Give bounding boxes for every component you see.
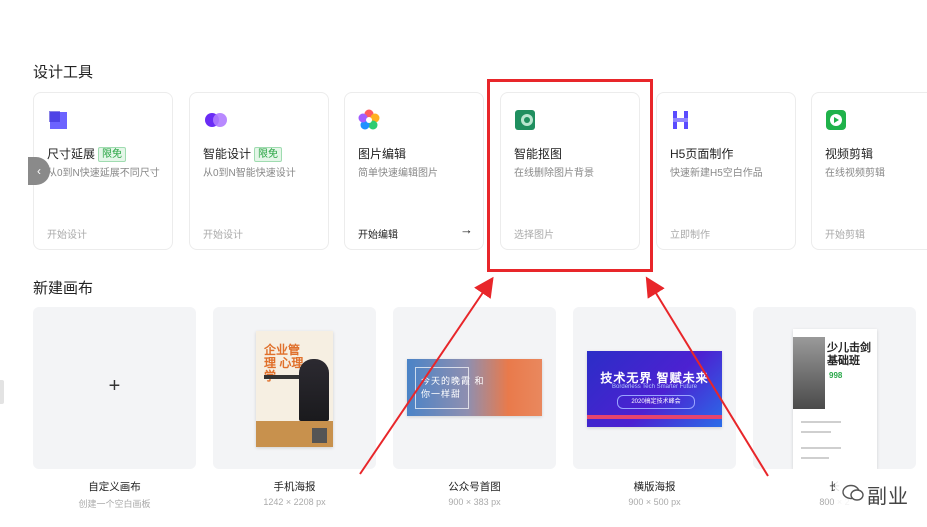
long-title: 少儿击剑 基础班 (827, 342, 871, 367)
text-line (801, 431, 831, 433)
tool-name: 视频剪辑 (825, 147, 874, 161)
tool-card-image-edit[interactable]: 图片编辑 简单快速编辑图片 开始编辑 → (344, 92, 484, 250)
tool-card-video-edit[interactable]: 视频剪辑 在线视频剪辑 开始剪辑 (811, 92, 927, 250)
tool-desc: 从0到N快速延展不同尺寸 (47, 168, 160, 179)
watermark-text: 副业 (867, 486, 909, 508)
tool-desc: 简单快速编辑图片 (358, 168, 438, 179)
banner-subtitle: Borderless Tech Smarter Future (612, 384, 697, 390)
h5-icon (673, 111, 688, 129)
canvas-size: 1242 × 2208 px (263, 497, 326, 507)
cutout-icon (515, 110, 535, 130)
tool-desc: 从0到N智能快速设计 (203, 168, 296, 179)
tool-action[interactable]: 选择图片 (514, 226, 554, 241)
tool-action[interactable]: 开始设计 (203, 226, 243, 241)
tool-desc: 在线删除图片背景 (514, 168, 594, 179)
tool-card-size-extend[interactable]: 尺寸延展 限免 从0到N快速延展不同尺寸 开始设计 (33, 92, 173, 250)
tool-name: 智能设计 限免 (203, 145, 283, 162)
long-price: 998 (829, 371, 843, 380)
tool-name: H5页面制作 (670, 147, 734, 161)
text-line (801, 421, 841, 423)
tool-card-smart-cutout[interactable]: 智能抠图 在线删除图片背景 选择图片 (500, 92, 640, 250)
canvas-name: 公众号首图 (448, 481, 501, 493)
long-image-thumbnail: 少儿击剑 基础班 998 (793, 329, 877, 469)
canvas-size: 900 × 383 px (448, 497, 501, 507)
canvas-size: 900 × 500 px (628, 497, 681, 507)
text-line (801, 457, 829, 459)
canvas-card-long-image[interactable]: 少儿击剑 基础班 998 (753, 307, 916, 469)
qr-code-icon (312, 428, 327, 443)
tool-action[interactable]: 立即制作 (670, 226, 710, 241)
canvas-name: 横版海报 (633, 481, 676, 493)
side-handle[interactable] (0, 380, 4, 404)
tool-name: 智能抠图 (514, 147, 563, 161)
arrow-right-icon[interactable]: → (460, 222, 473, 237)
canvas-size: 创建一个空白画板 (78, 499, 151, 509)
plus-icon: + (108, 375, 121, 397)
canvas-name: 自定义画布 (88, 481, 141, 493)
tool-card-smart-design[interactable]: 智能设计 限免 从0到N智能快速设计 开始设计 (189, 92, 329, 250)
watermark: 副业 (835, 478, 927, 514)
tool-desc: 快速新建H5空白作品 (670, 168, 763, 179)
color-flower-icon (358, 109, 380, 130)
wechat-icon (842, 484, 864, 501)
section-title-tools: 设计工具 (33, 64, 94, 81)
tool-name: 图片编辑 (358, 147, 407, 161)
canvas-card-banner[interactable]: 技术无界 智赋未来 Borderless Tech Smarter Future… (573, 307, 736, 469)
tool-action[interactable]: 开始编辑 (358, 226, 398, 241)
canvas-card-custom[interactable]: + (33, 307, 196, 469)
mobile-poster-thumbnail: 企业管理 心理学 (256, 331, 333, 447)
free-badge: 限免 (98, 147, 127, 162)
tool-name: 尺寸延展 限免 (47, 145, 127, 162)
canvas-card-mobile-poster[interactable]: 企业管理 心理学 (213, 307, 376, 469)
tool-action[interactable]: 开始剪辑 (825, 226, 865, 241)
banner-pill: 2020搞定技术峰会 (617, 395, 695, 409)
free-badge: 限免 (254, 147, 283, 162)
twin-circles-icon (205, 113, 227, 127)
section-title-canvas: 新建画布 (33, 280, 94, 297)
long-photo (793, 337, 825, 409)
purple-square-icon (49, 111, 67, 129)
wechat-cover-text: 今天的晚霞 和你一样甜 (421, 376, 485, 399)
canvas-card-wechat-cover[interactable]: 今天的晚霞 和你一样甜 (393, 307, 556, 469)
banner-bar (587, 415, 722, 419)
tool-action[interactable]: 开始设计 (47, 226, 87, 241)
play-icon (826, 110, 846, 130)
poster-person (299, 359, 329, 421)
wechat-cover-thumbnail: 今天的晚霞 和你一样甜 (407, 359, 542, 416)
canvas-name: 手机海报 (273, 481, 316, 493)
tool-desc: 在线视频剪辑 (825, 168, 885, 179)
text-line (801, 447, 841, 449)
banner-thumbnail: 技术无界 智赋未来 Borderless Tech Smarter Future… (587, 351, 722, 427)
tool-card-h5[interactable]: H5页面制作 快速新建H5空白作品 立即制作 (656, 92, 796, 250)
